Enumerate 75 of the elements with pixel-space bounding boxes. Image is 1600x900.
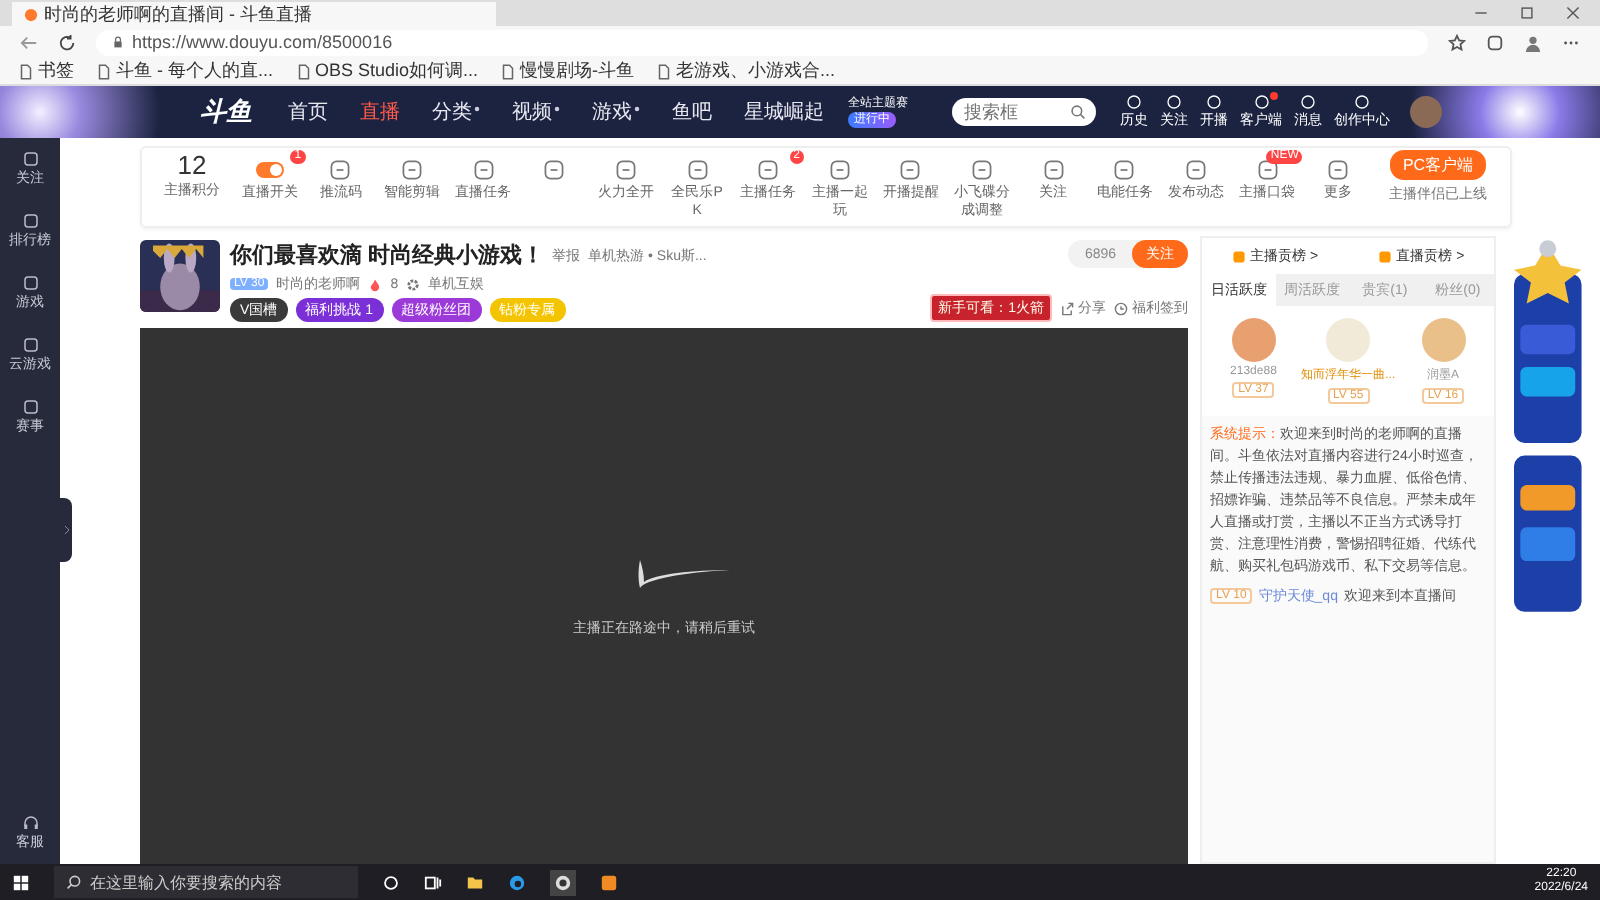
- outline-icon: [328, 158, 353, 182]
- outline-icon: [1300, 94, 1316, 110]
- outline-icon: [1112, 158, 1137, 182]
- address-field[interactable]: https://www.douyu.com/8500016: [96, 29, 1428, 55]
- outline-icon: [21, 150, 39, 168]
- clock-icon: [1114, 301, 1129, 315]
- outline-icon: [1041, 158, 1066, 182]
- outline-icon: [21, 212, 39, 230]
- flame-icon: [368, 277, 383, 291]
- outline-icon: [21, 398, 39, 416]
- star-icon[interactable]: [1448, 33, 1466, 51]
- nav-link[interactable]: 视频: [512, 98, 560, 126]
- app-icon[interactable]: [600, 873, 618, 891]
- outline-icon: [1183, 158, 1208, 182]
- bookmark-link[interactable]: 斗鱼 - 每个人的直...: [98, 58, 273, 84]
- windows-start-icon[interactable]: [12, 873, 30, 891]
- nav-link[interactable]: 分类: [432, 98, 480, 126]
- outline-icon: [21, 336, 39, 354]
- close-icon[interactable]: [1566, 6, 1580, 20]
- outline-icon: [1206, 94, 1222, 110]
- maximize-icon[interactable]: [1520, 6, 1534, 20]
- page-icon: [98, 63, 110, 79]
- share-icon: [1060, 301, 1075, 315]
- outline-icon: [542, 158, 567, 182]
- site-logo[interactable]: 斗鱼: [200, 94, 252, 130]
- nav-link[interactable]: 直播: [360, 98, 400, 126]
- browser-tab[interactable]: 时尚的老师啊的直播间 - 斗鱼直播: [12, 2, 496, 26]
- taskbar-search-field[interactable]: 在这里输入你要搜索的内容: [54, 866, 358, 898]
- page-icon: [502, 63, 515, 79]
- task-view-icon[interactable]: [424, 873, 442, 891]
- page-favicon-icon: [24, 7, 38, 21]
- stream-title: 你们最喜欢滴 时尚经典小游戏！: [230, 241, 545, 270]
- folder-icon[interactable]: [466, 873, 484, 891]
- camera-app-icon[interactable]: [550, 869, 576, 895]
- bookmark-link[interactable]: OBS Studio如何调...: [297, 58, 479, 84]
- minimize-icon[interactable]: [1474, 6, 1488, 20]
- chevron-right-icon: [63, 524, 69, 536]
- outline-icon: [756, 158, 781, 182]
- collapse-handle[interactable]: [60, 498, 72, 562]
- bookmark-link[interactable]: 书签: [20, 58, 74, 84]
- page-icon: [20, 63, 32, 79]
- outline-icon: [1126, 94, 1142, 110]
- nav-link[interactable]: 鱼吧: [672, 98, 712, 126]
- outline-icon: [21, 274, 39, 292]
- bookmark-link[interactable]: 慢慢剧场-斗鱼: [502, 58, 635, 84]
- circle-icon[interactable]: [382, 873, 400, 891]
- outline-icon: [400, 158, 425, 182]
- outline-icon: [1326, 158, 1351, 182]
- outline-icon: [898, 158, 923, 182]
- outline-icon: [471, 158, 496, 182]
- outline-icon: [613, 158, 638, 182]
- browser-icon[interactable]: [508, 873, 526, 891]
- lock-icon: [112, 36, 124, 48]
- nav-link[interactable]: 首页: [288, 98, 328, 126]
- refresh-icon[interactable]: [58, 33, 76, 51]
- back-arrow-icon[interactable]: [20, 33, 38, 51]
- nav-link[interactable]: 游戏: [592, 98, 640, 126]
- nav-link[interactable]: 星城崛起: [744, 98, 824, 126]
- extensions-icon[interactable]: [1486, 33, 1504, 51]
- outline-icon: [1354, 94, 1370, 110]
- user-avatar[interactable]: [1410, 96, 1442, 128]
- outline-icon: [685, 158, 710, 182]
- outline-icon: [1253, 94, 1269, 110]
- score-value: 12: [177, 150, 207, 180]
- outline-icon: [1255, 158, 1280, 182]
- outline-icon: [1166, 94, 1182, 110]
- outline-icon: [970, 158, 995, 182]
- search-icon[interactable]: [1070, 104, 1086, 120]
- profile-icon[interactable]: [1524, 33, 1542, 51]
- page-icon: [658, 63, 671, 79]
- headset-icon: [21, 814, 39, 832]
- outline-icon: [827, 158, 852, 182]
- bookmark-link[interactable]: 老游戏、小游戏合...: [658, 58, 836, 84]
- search-field[interactable]: 搜索框: [952, 98, 1096, 126]
- page-icon: [297, 63, 309, 79]
